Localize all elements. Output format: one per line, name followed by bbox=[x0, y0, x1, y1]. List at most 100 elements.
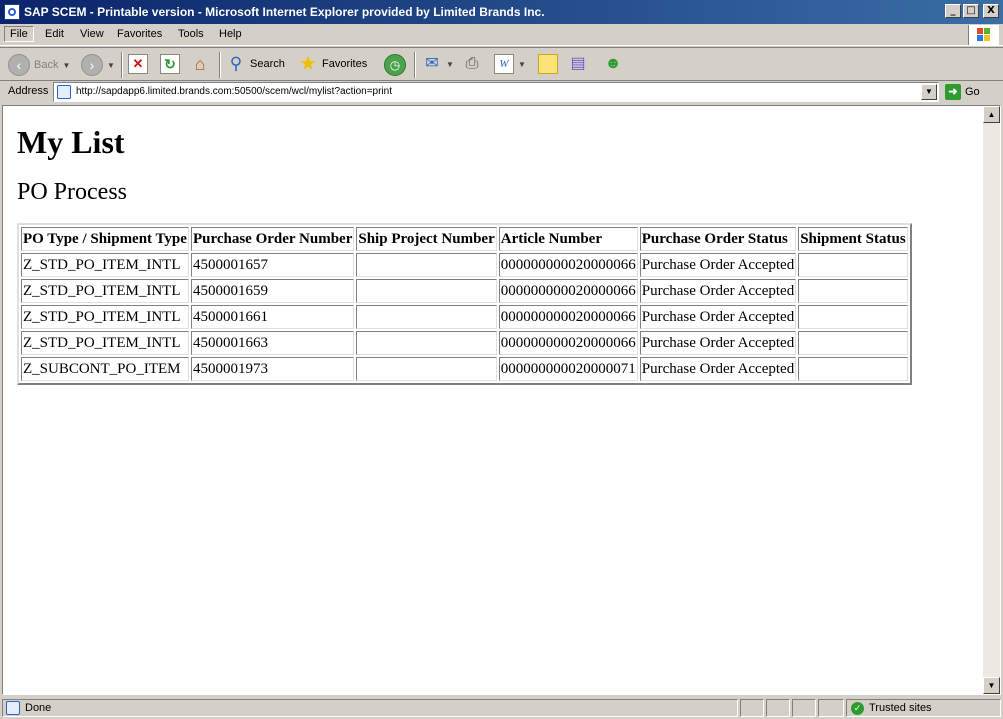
mail-dropdown-icon[interactable]: ▼ bbox=[446, 60, 454, 69]
edit-word-button[interactable]: W ▼ bbox=[494, 54, 526, 74]
stop-icon: ✕ bbox=[128, 54, 148, 74]
history-button[interactable]: ◷ bbox=[384, 54, 406, 76]
back-button[interactable]: ‹ Back ▼ bbox=[8, 54, 70, 76]
menu-tools[interactable]: Tools bbox=[178, 28, 204, 40]
table-row: Z_STD_PO_ITEM_INTL 4500001661 0000000000… bbox=[21, 305, 908, 329]
cell-po-type: Z_SUBCONT_PO_ITEM bbox=[21, 357, 189, 381]
cell-po-type: Z_STD_PO_ITEM_INTL bbox=[21, 331, 189, 355]
address-label: Address bbox=[8, 85, 49, 97]
cell-po-status: Purchase Order Accepted bbox=[639, 305, 797, 329]
ie-app-icon[interactable] bbox=[4, 4, 20, 20]
page-status-icon bbox=[6, 701, 20, 715]
messenger-button[interactable]: ☻ bbox=[603, 54, 623, 74]
home-button[interactable]: ⌂ bbox=[190, 54, 210, 74]
forward-dropdown-icon[interactable]: ▼ bbox=[107, 61, 115, 70]
header-ship-project: Ship Project Number bbox=[356, 227, 497, 251]
title-bar[interactable]: SAP SCEM - Printable version - Microsoft… bbox=[0, 0, 1003, 24]
cell-shipment-status bbox=[798, 253, 908, 277]
status-text: Done bbox=[25, 702, 52, 714]
address-dropdown-icon[interactable]: ▼ bbox=[921, 84, 937, 100]
table-header-row: PO Type / Shipment Type Purchase Order N… bbox=[21, 227, 908, 251]
windows-flag-icon bbox=[977, 28, 991, 42]
refresh-button[interactable]: ↻ bbox=[160, 54, 180, 74]
mail-button[interactable]: ✉ ▼ bbox=[422, 54, 454, 74]
note-icon bbox=[538, 54, 558, 74]
header-article-number: Article Number bbox=[498, 227, 638, 251]
address-url[interactable]: http://sapdapp6.limited.brands.com:50500… bbox=[76, 86, 392, 97]
search-button[interactable]: ⚲ Search bbox=[226, 54, 285, 74]
page-icon bbox=[57, 85, 71, 99]
cell-article-number: 000000000020000066 bbox=[498, 253, 638, 277]
scroll-down-icon[interactable]: ▼ bbox=[983, 677, 1000, 694]
home-icon: ⌂ bbox=[194, 54, 206, 74]
cell-po-number: 4500001657 bbox=[190, 253, 355, 277]
standard-toolbar: ‹ Back ▼ › ▼ ✕ ↻ ⌂ ⚲ Search ★ Favorites … bbox=[0, 47, 1003, 81]
table-row: Z_STD_PO_ITEM_INTL 4500001657 0000000000… bbox=[21, 253, 908, 277]
menu-favorites[interactable]: Favorites bbox=[117, 28, 162, 40]
messenger-icon: ☻ bbox=[604, 55, 622, 72]
header-po-number: Purchase Order Number bbox=[190, 227, 355, 251]
cell-shipment-status bbox=[798, 279, 908, 303]
menu-file[interactable]: File bbox=[4, 26, 34, 42]
page-content: My List PO Process PO Type / Shipment Ty… bbox=[3, 106, 981, 694]
status-bar: Done ✓ Trusted sites bbox=[0, 697, 1003, 719]
menu-edit[interactable]: Edit bbox=[45, 28, 64, 40]
header-shipment-status: Shipment Status bbox=[798, 227, 908, 251]
go-button[interactable]: ➜ Go bbox=[945, 84, 980, 100]
cell-ship-project bbox=[356, 253, 497, 277]
research-button[interactable]: ▤ bbox=[568, 54, 588, 74]
section-title: PO Process bbox=[17, 179, 128, 205]
menu-view[interactable]: View bbox=[80, 28, 104, 40]
cell-po-status: Purchase Order Accepted bbox=[639, 279, 797, 303]
security-zone[interactable]: ✓ Trusted sites bbox=[846, 699, 1001, 717]
cell-ship-project bbox=[356, 357, 497, 381]
refresh-icon: ↻ bbox=[160, 54, 180, 74]
cell-ship-project bbox=[356, 279, 497, 303]
menu-help[interactable]: Help bbox=[219, 28, 242, 40]
cell-ship-project bbox=[356, 305, 497, 329]
cell-article-number: 000000000020000071 bbox=[498, 357, 638, 381]
vertical-scrollbar[interactable]: ▲ ▼ bbox=[983, 106, 1000, 694]
close-button[interactable]: X bbox=[983, 4, 999, 18]
search-icon: ⚲ bbox=[229, 54, 243, 73]
cell-ship-project bbox=[356, 331, 497, 355]
cell-shipment-status bbox=[798, 305, 908, 329]
cell-article-number: 000000000020000066 bbox=[498, 279, 638, 303]
cell-po-status: Purchase Order Accepted bbox=[639, 357, 797, 381]
header-po-status: Purchase Order Status bbox=[639, 227, 797, 251]
status-cell bbox=[792, 699, 816, 717]
minimize-button[interactable]: _ bbox=[945, 4, 961, 18]
cell-article-number: 000000000020000066 bbox=[498, 331, 638, 355]
cell-po-number: 4500001973 bbox=[190, 357, 355, 381]
favorites-button[interactable]: ★ Favorites bbox=[298, 54, 367, 74]
edit-dropdown-icon[interactable]: ▼ bbox=[518, 60, 526, 69]
favorites-star-icon: ★ bbox=[299, 53, 317, 75]
windows-logo bbox=[968, 25, 999, 45]
table-row: Z_STD_PO_ITEM_INTL 4500001659 0000000000… bbox=[21, 279, 908, 303]
address-input[interactable]: http://sapdapp6.limited.brands.com:50500… bbox=[53, 82, 939, 102]
word-edit-icon: W bbox=[494, 54, 514, 74]
print-icon: ⎙ bbox=[465, 55, 479, 72]
print-button[interactable]: ⎙ bbox=[462, 54, 482, 74]
favorites-label: Favorites bbox=[322, 58, 368, 70]
discuss-button[interactable] bbox=[538, 54, 558, 74]
status-cell bbox=[740, 699, 764, 717]
maximize-button[interactable]: □ bbox=[963, 4, 979, 18]
research-icon: ▤ bbox=[570, 55, 586, 72]
zone-label: Trusted sites bbox=[869, 702, 932, 714]
mail-icon: ✉ bbox=[425, 55, 439, 72]
table-row: Z_STD_PO_ITEM_INTL 4500001663 0000000000… bbox=[21, 331, 908, 355]
status-cell bbox=[818, 699, 844, 717]
stop-button[interactable]: ✕ bbox=[128, 54, 148, 74]
cell-po-number: 4500001661 bbox=[190, 305, 355, 329]
cell-po-type: Z_STD_PO_ITEM_INTL bbox=[21, 279, 189, 303]
back-dropdown-icon[interactable]: ▼ bbox=[62, 61, 70, 70]
search-label: Search bbox=[250, 58, 285, 70]
history-icon: ◷ bbox=[384, 54, 406, 76]
table-row: Z_SUBCONT_PO_ITEM 4500001973 00000000002… bbox=[21, 357, 908, 381]
forward-button[interactable]: › ▼ bbox=[81, 54, 115, 76]
back-label: Back bbox=[34, 59, 59, 71]
status-panel: Done bbox=[2, 699, 738, 717]
scroll-up-icon[interactable]: ▲ bbox=[983, 106, 1000, 123]
go-arrow-icon: ➜ bbox=[945, 84, 961, 100]
